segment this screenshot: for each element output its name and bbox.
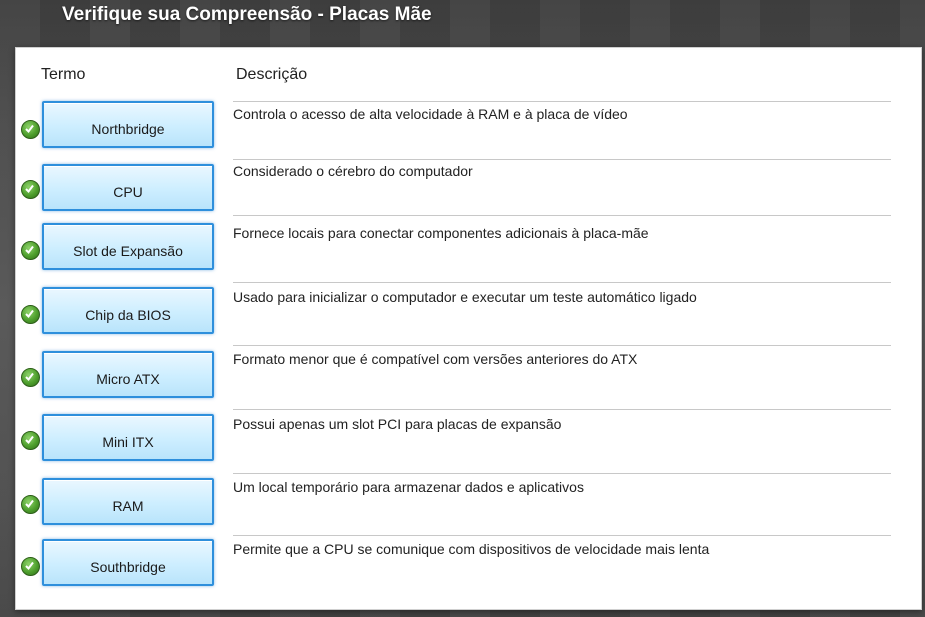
row-separator [233,345,891,346]
row-separator [233,409,891,410]
description-text: Usado para inicializar o computador e ex… [233,289,697,305]
description-text: Possui apenas um slot PCI para placas de… [233,416,562,432]
check-icon [21,120,40,139]
description-text: Considerado o cérebro do computador [233,163,473,179]
term-column-header: Termo [41,66,86,83]
page-title: Verifique sua Compreensão - Placas Mãe [62,4,432,25]
term-button-mini-itx[interactable]: Mini ITX [42,414,214,461]
row-separator [233,473,891,474]
row-separator [233,282,891,283]
row-separator [233,215,891,216]
check-icon [21,180,40,199]
term-button-micro-atx[interactable]: Micro ATX [42,351,214,398]
description-text: Permite que a CPU se comunique com dispo… [233,541,710,557]
description-text: Fornece locais para conectar componentes… [233,225,649,241]
check-icon [21,305,40,324]
description-text: Formato menor que é compatível com versõ… [233,351,638,367]
term-button-cpu[interactable]: CPU [42,164,214,211]
row-separator [233,159,891,160]
term-button-southbridge[interactable]: Southbridge [42,539,214,586]
term-button-ram[interactable]: RAM [42,478,214,525]
check-icon [21,495,40,514]
description-text: Controla o acesso de alta velocidade à R… [233,106,628,122]
term-button-slot-de-expansao[interactable]: Slot de Expansão [42,223,214,270]
row-separator [233,535,891,536]
term-button-northbridge[interactable]: Northbridge [42,101,214,148]
description-text: Um local temporário para armazenar dados… [233,479,584,495]
term-button-chip-da-bios[interactable]: Chip da BIOS [42,287,214,334]
check-icon [21,368,40,387]
check-icon [21,431,40,450]
check-icon [21,557,40,576]
check-icon [21,241,40,260]
description-column-header: Descrição [236,66,308,83]
row-separator [233,101,891,102]
matching-panel: Termo Descrição Northbridge Controla o a… [15,47,922,610]
